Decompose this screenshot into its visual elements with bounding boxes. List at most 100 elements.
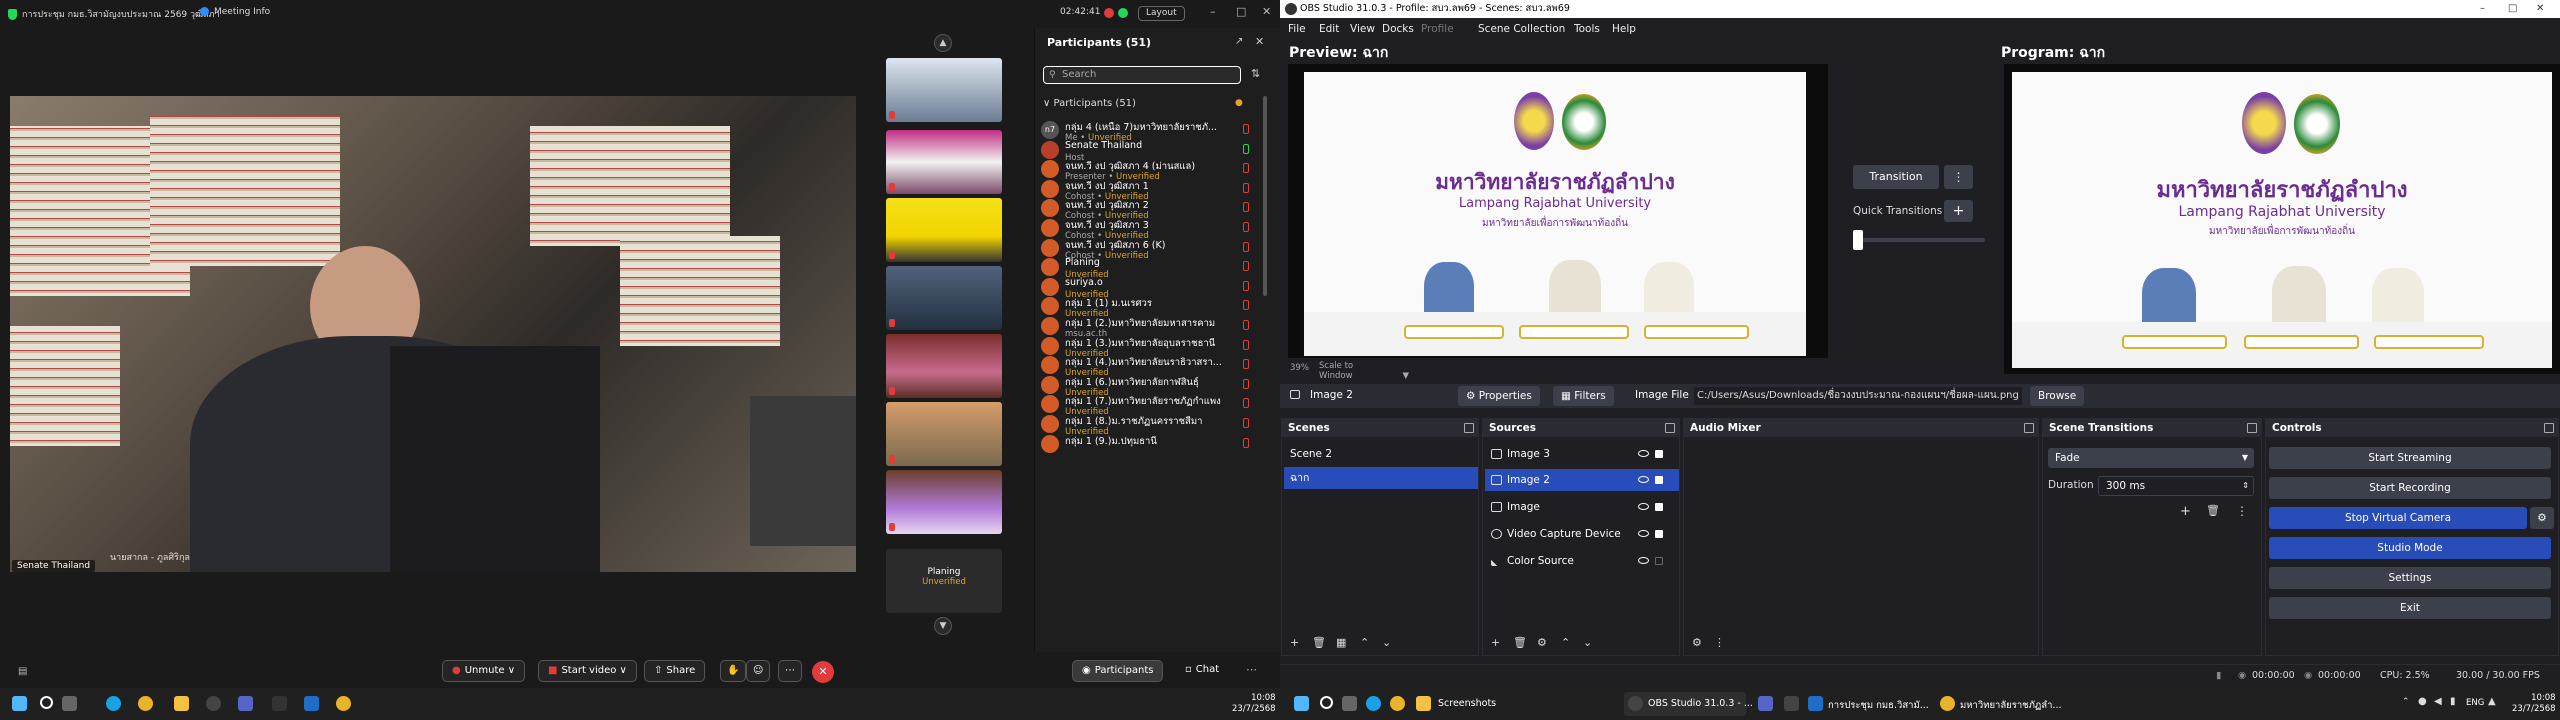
more-vertical-icon[interactable]: ⋮ (1714, 636, 1725, 649)
app-icon[interactable] (304, 696, 319, 711)
zoom-app-icon[interactable] (238, 696, 253, 711)
edge-icon[interactable] (1366, 696, 1381, 711)
add-source-icon[interactable]: + (1491, 636, 1500, 649)
lock-icon[interactable] (1655, 530, 1663, 538)
tray-chevron-icon[interactable]: ⌃ (2402, 697, 2410, 707)
exit-button[interactable]: Exit (2269, 597, 2551, 619)
taskbar-chrome[interactable]: มหาวิทยาลัยราชภัฏลำ... (1936, 692, 2066, 716)
obs-icon[interactable] (206, 696, 221, 711)
remove-transition-icon[interactable]: 🗑 (2206, 504, 2220, 517)
settings-button[interactable]: Settings (2269, 567, 2551, 589)
taskbar-screenshots[interactable]: Screenshots (1412, 692, 1502, 716)
transition-button[interactable]: Transition (1853, 165, 1939, 189)
taskbar-clock-right[interactable]: 10:08 23/7/2568 (2512, 693, 2556, 715)
menu-profile[interactable]: Profile (1421, 23, 1454, 35)
chat-button[interactable]: ▫ Chat (1176, 660, 1228, 682)
app-icon[interactable] (272, 696, 287, 711)
menu-view[interactable]: View (1350, 23, 1375, 35)
more-icon[interactable]: ⋯ (1246, 663, 1257, 676)
browse-button[interactable]: Browse (2030, 386, 2085, 406)
chrome-icon[interactable] (1390, 696, 1405, 711)
thumbnail[interactable] (886, 130, 1002, 194)
layout-button[interactable]: Layout (1138, 6, 1185, 21)
move-down-icon[interactable]: ⌄ (1382, 636, 1391, 649)
zoom-app-icon[interactable] (1758, 696, 1773, 711)
taskbar-clock-left[interactable]: 10:08 23/7/2568 (1232, 693, 1276, 715)
source-item[interactable]: Image (1485, 496, 1679, 518)
undock-icon[interactable] (2544, 423, 2554, 433)
preview-canvas[interactable]: มหาวิทยาลัยราชภัฏลำปาง Lampang Rajabhat … (1288, 64, 1828, 358)
thumbnail[interactable] (886, 334, 1002, 398)
close-icon[interactable]: ✕ (2536, 0, 2544, 18)
advanced-audio-icon[interactable]: ⚙ (1692, 636, 1702, 649)
captions-icon[interactable]: ▤ (18, 666, 27, 677)
thumbnail[interactable] (886, 198, 1002, 262)
task-view-icon[interactable] (62, 696, 77, 711)
search-icon[interactable] (40, 696, 53, 709)
remove-scene-icon[interactable]: 🗑 (1312, 636, 1326, 649)
lock-icon[interactable] (1655, 450, 1663, 458)
start-streaming-button[interactable]: Start Streaming (2269, 447, 2551, 469)
undock-icon[interactable] (1665, 423, 1675, 433)
transition-more-button[interactable]: ⋮ (1944, 165, 1973, 189)
add-quick-transition-button[interactable]: + (1944, 200, 1973, 222)
move-down-icon[interactable]: ⌄ (1583, 636, 1592, 649)
share-button[interactable]: ⇧ Share (644, 660, 706, 682)
remove-source-icon[interactable]: 🗑 (1513, 636, 1527, 649)
scene-item-selected[interactable]: ฉาก (1284, 467, 1478, 489)
t-bar-track[interactable] (1855, 238, 1985, 242)
close-panel-icon[interactable]: ✕ (1255, 35, 1264, 48)
speaker-icon[interactable]: ◀ (2434, 696, 2442, 707)
add-transition-icon[interactable]: + (2180, 504, 2191, 519)
scene-item[interactable]: Scene 2 (1284, 443, 1478, 465)
thumbnail-planing[interactable]: Planing Unverified (886, 549, 1002, 613)
visibility-eye-icon[interactable] (1638, 503, 1649, 510)
thumbnail[interactable] (886, 470, 1002, 534)
menu-scene-collection[interactable]: Scene Collection (1478, 23, 1565, 35)
undock-icon[interactable] (1464, 423, 1474, 433)
transition-type-select[interactable]: Fade ▼ (2048, 448, 2254, 468)
menu-file[interactable]: File (1288, 23, 1306, 35)
filters-button[interactable]: ▦ Filters (1553, 386, 1614, 406)
undock-icon[interactable] (2247, 423, 2257, 433)
language-indicator[interactable]: ENG (2466, 698, 2484, 708)
windows-start-icon[interactable] (12, 696, 27, 711)
thumbnail[interactable] (886, 402, 1002, 466)
wifi-icon[interactable]: ▲ (2488, 696, 2496, 707)
lock-icon[interactable] (1655, 503, 1663, 511)
visibility-eye-icon[interactable] (1638, 530, 1649, 537)
participants-group-header[interactable]: ∨ Participants (51) (1043, 98, 1136, 109)
task-view-icon[interactable] (1342, 696, 1357, 711)
lock-icon[interactable] (1655, 476, 1663, 484)
active-speaker-video[interactable] (10, 96, 856, 572)
search-icon[interactable] (1320, 696, 1333, 709)
scroll-up-icon[interactable]: ▲ (934, 34, 952, 52)
start-recording-button[interactable]: Start Recording (2269, 477, 2551, 499)
move-up-icon[interactable]: ⌃ (1360, 636, 1369, 649)
image-file-path-input[interactable]: C:/Users/Asus/Downloads/ชื่อวงงบประมาณ-ก… (1694, 387, 2022, 405)
windows-start-icon[interactable] (1294, 696, 1309, 711)
meeting-title[interactable]: การประชุม กมธ.วิสามัญงบประมาณ 2569 วุฒิส… (8, 7, 220, 21)
leave-button[interactable]: ✕ (812, 661, 834, 683)
close-icon[interactable]: ✕ (1262, 5, 1271, 18)
menu-docks[interactable]: Docks (1382, 23, 1414, 35)
participants-button[interactable]: ◉ Participants (1072, 660, 1164, 682)
menu-help[interactable]: Help (1612, 23, 1636, 35)
unmute-button[interactable]: ● Unmute ∨ (442, 660, 526, 682)
duration-input[interactable]: 300 ms ⇕ (2098, 476, 2254, 496)
visibility-eye-icon[interactable] (1638, 557, 1649, 564)
source-item[interactable]: Video Capture Device (1485, 523, 1679, 545)
app-icon[interactable] (1784, 696, 1799, 711)
popout-icon[interactable]: ↗ (1235, 36, 1243, 47)
menu-tools[interactable]: Tools (1574, 23, 1600, 35)
source-item[interactable]: Image 3 (1485, 443, 1679, 465)
virtual-camera-settings-button[interactable]: ⚙ (2530, 507, 2554, 529)
file-explorer-icon[interactable] (174, 696, 189, 711)
studio-mode-button[interactable]: Studio Mode (2269, 537, 2551, 559)
scroll-down-icon[interactable]: ▼ (934, 617, 952, 635)
taskbar-obs[interactable]: OBS Studio 31.0.3 - ... (1624, 692, 1753, 716)
source-item-selected[interactable]: Image 2 (1485, 469, 1679, 491)
t-bar-handle[interactable] (1853, 230, 1863, 250)
chrome-icon[interactable] (138, 696, 153, 711)
minimize-icon[interactable]: – (2480, 0, 2485, 18)
